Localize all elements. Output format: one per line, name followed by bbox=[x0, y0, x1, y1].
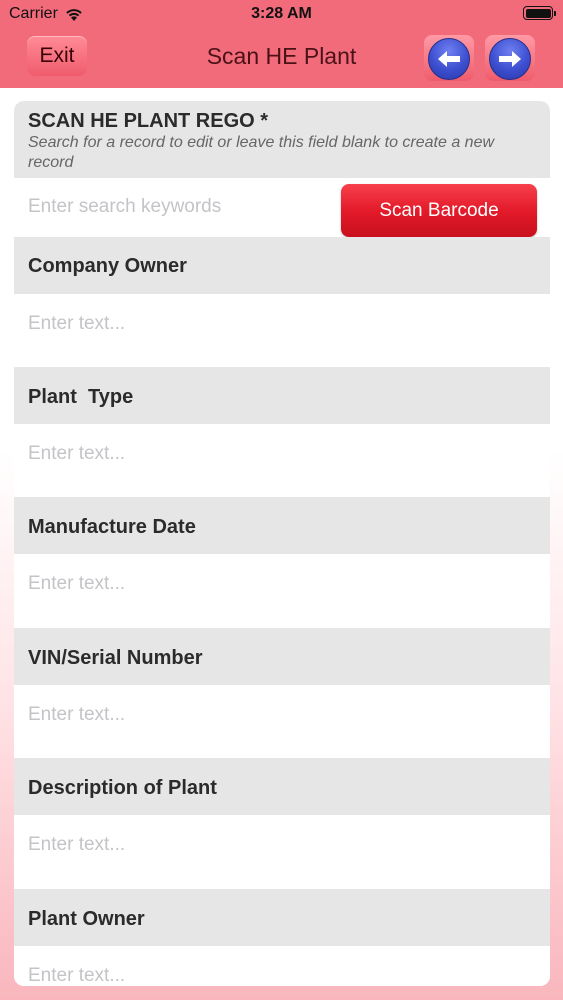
rego-label: SCAN HE PLANT REGO * bbox=[28, 110, 269, 132]
company-owner-header: Company Owner bbox=[14, 237, 550, 294]
plant-owner-placeholder: Enter text... bbox=[28, 965, 126, 986]
plant-type-field[interactable]: Enter text... bbox=[14, 424, 550, 497]
vin-serial-field[interactable]: Enter text... bbox=[14, 685, 550, 758]
arrow-right-icon bbox=[499, 51, 521, 67]
description-label: Description of Plant bbox=[28, 777, 217, 799]
plant-type-label: Plant Type bbox=[28, 386, 134, 408]
company-owner-placeholder: Enter text... bbox=[28, 313, 126, 334]
page-title: Scan HE Plant bbox=[206, 43, 357, 69]
scan-barcode-button[interactable]: Scan Barcode bbox=[341, 184, 537, 237]
manufacture-date-label: Manufacture Date bbox=[28, 516, 196, 538]
plant-owner-field[interactable]: Enter text... bbox=[14, 946, 550, 986]
clock: 3:28 AM bbox=[251, 5, 312, 22]
plant-type-placeholder: Enter text... bbox=[28, 443, 126, 464]
manufacture-date-header: Manufacture Date bbox=[14, 497, 550, 554]
description-placeholder: Enter text... bbox=[28, 834, 126, 855]
forward-button[interactable] bbox=[485, 35, 535, 81]
arrow-left-icon bbox=[438, 51, 460, 67]
plant-owner-label: Plant Owner bbox=[28, 908, 145, 930]
vin-serial-header: VIN/Serial Number bbox=[14, 628, 550, 685]
top-bar: Carrier 3:28 AM Exit Scan HE Plant bbox=[0, 0, 563, 88]
search-input[interactable]: Enter search keywords Scan Barcode bbox=[14, 178, 550, 237]
manufacture-date-field[interactable]: Enter text... bbox=[14, 554, 550, 628]
description-header: Description of Plant bbox=[14, 758, 550, 815]
vin-serial-placeholder: Enter text... bbox=[28, 704, 126, 725]
rego-hint: Search for a record to edit or leave thi… bbox=[28, 134, 495, 171]
plant-owner-header: Plant Owner bbox=[14, 889, 550, 946]
form-card: SCAN HE PLANT REGO * Search for a record… bbox=[14, 101, 550, 986]
back-button[interactable] bbox=[424, 35, 474, 81]
description-field[interactable]: Enter text... bbox=[14, 815, 550, 889]
status-bar: Carrier 3:28 AM bbox=[0, 0, 563, 30]
plant-type-header: Plant Type bbox=[14, 367, 550, 424]
manufacture-date-placeholder: Enter text... bbox=[28, 573, 126, 594]
battery-icon bbox=[523, 6, 556, 20]
vin-serial-label: VIN/Serial Number bbox=[28, 647, 203, 669]
search-placeholder: Enter search keywords bbox=[28, 196, 222, 217]
company-owner-field[interactable]: Enter text... bbox=[14, 294, 550, 367]
company-owner-label: Company Owner bbox=[28, 255, 187, 277]
rego-section-header: SCAN HE PLANT REGO * Search for a record… bbox=[14, 101, 550, 178]
